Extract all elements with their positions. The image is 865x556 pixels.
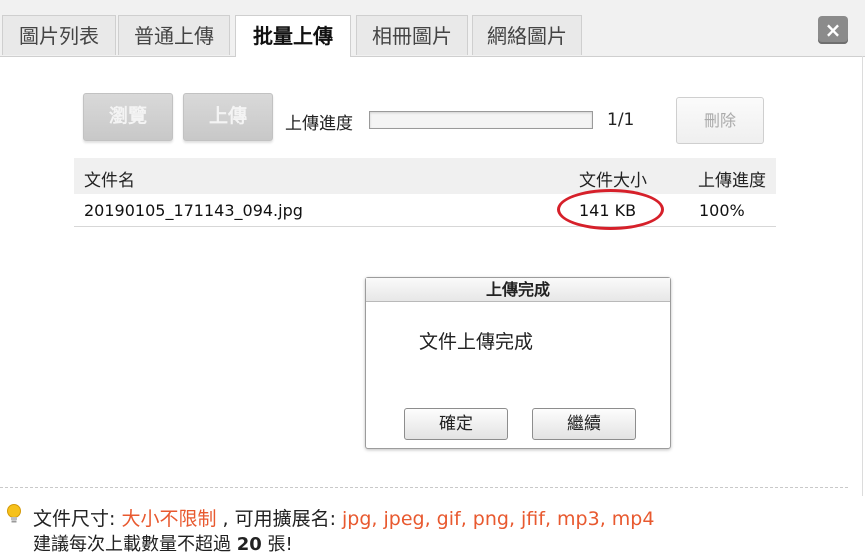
column-header-filesize: 文件大小	[579, 171, 647, 191]
tab-image-list[interactable]: 圖片列表	[2, 15, 116, 55]
file-table-header: 文件名 文件大小 上傳進度	[74, 158, 776, 194]
dialog-title: 上傳完成	[366, 278, 670, 302]
tab-web-images[interactable]: 網絡圖片	[472, 15, 582, 55]
delete-button[interactable]: 刪除	[676, 97, 764, 144]
lightbulb-icon	[4, 503, 24, 529]
progress-label: 上傳進度	[285, 114, 353, 134]
progress-count: 1/1	[607, 110, 635, 130]
upload-complete-dialog: 上傳完成 文件上傳完成 確定 繼續	[365, 277, 671, 449]
file-name-cell: 20190105_171143_094.jpg	[84, 201, 303, 220]
browse-button[interactable]: 瀏覽	[83, 93, 173, 141]
panel-right-border	[862, 56, 863, 496]
upload-button[interactable]: 上傳	[183, 93, 273, 141]
dialog-message: 文件上傳完成	[419, 331, 534, 353]
tab-album-images[interactable]: 相冊圖片	[356, 15, 468, 55]
footer-divider	[0, 487, 848, 488]
size-limit-value: 大小不限制	[121, 508, 217, 530]
upload-limit-info: 建議每次上載數量不超過 20 張!	[33, 530, 293, 556]
size-prefix: 文件尺寸:	[33, 508, 122, 530]
continue-button[interactable]: 繼續	[532, 408, 636, 440]
extension-prefix: , 可用擴展名:	[216, 508, 343, 530]
extension-list: jpg, jpeg, gif, png, jfif, mp3, mp4	[342, 508, 655, 530]
tab-normal-upload[interactable]: 普通上傳	[118, 15, 230, 55]
upload-progress-bar	[369, 111, 593, 129]
column-header-progress: 上傳進度	[698, 171, 766, 191]
annotation-circle	[557, 189, 664, 230]
close-icon: ×	[824, 18, 842, 42]
file-size-info: 文件尺寸: 大小不限制 , 可用擴展名: jpg, jpeg, gif, png…	[33, 504, 654, 531]
table-row[interactable]: 20190105_171143_094.jpg 141 KB 100%	[74, 194, 776, 227]
confirm-button[interactable]: 確定	[404, 408, 508, 440]
column-header-filename: 文件名	[84, 171, 135, 191]
tab-batch-upload[interactable]: 批量上傳	[235, 15, 351, 57]
tab-bar: 圖片列表 普通上傳 批量上傳 相冊圖片 網絡圖片 ×	[0, 0, 865, 57]
file-progress-cell: 100%	[699, 201, 745, 220]
close-button[interactable]: ×	[818, 16, 848, 44]
